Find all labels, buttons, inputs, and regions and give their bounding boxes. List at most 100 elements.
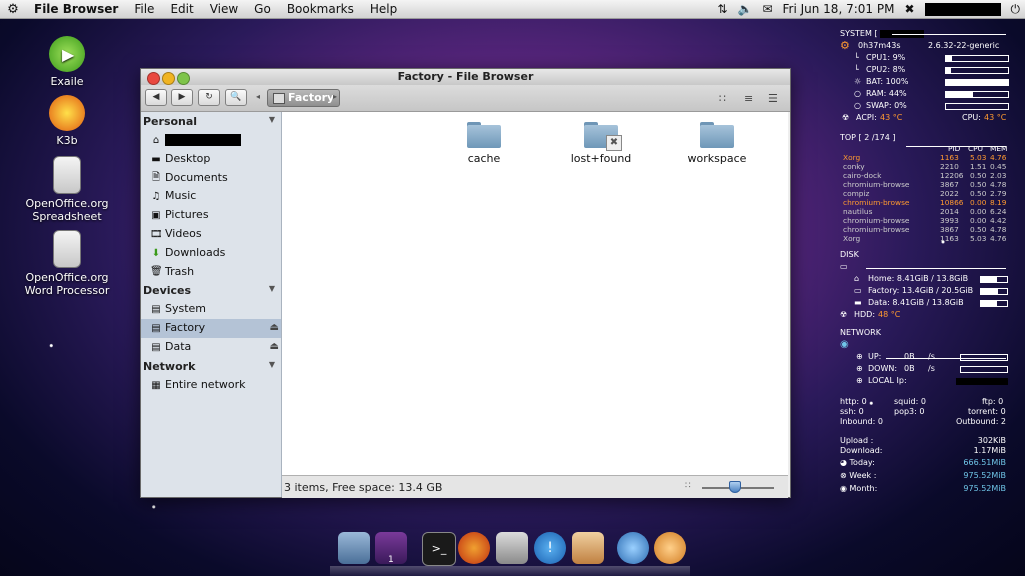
collapse-arrow-icon[interactable]: ▼ [269, 284, 275, 293]
dock-file-browser-icon[interactable] [338, 532, 370, 564]
icon-view-icon[interactable]: ∷ [719, 92, 726, 105]
sidebar-item-data[interactable]: ▤ Data ⏏ [141, 338, 281, 357]
breadcrumb-right-arrow-icon[interactable]: ▸ [333, 92, 337, 101]
dock-workspaces-icon[interactable]: 1 [375, 532, 407, 565]
menu-file[interactable]: File [126, 2, 162, 16]
breadcrumb-factory[interactable]: Factory [267, 89, 341, 107]
sidebar-item-documents[interactable]: 🗎 Documents [141, 169, 281, 188]
down-unit: /s [928, 364, 935, 373]
process-pid: 2022 [940, 189, 959, 198]
user-icon[interactable]: ✖ [904, 2, 914, 16]
top-header: TOP [ 2 /174 ] [840, 133, 896, 142]
collapse-arrow-icon[interactable]: ▼ [269, 360, 275, 369]
sidebar-header-personal[interactable]: Personal ▼ [141, 112, 281, 131]
folder-item[interactable]: workspace [667, 116, 767, 165]
menu-view[interactable]: View [202, 2, 246, 16]
temp-row: ☢ ACPI: 43 °C CPU: 43 °C [840, 112, 1010, 124]
clock[interactable]: Fri Jun 18, 7:01 PM [783, 2, 895, 16]
process-mem: 2.79 [990, 189, 1007, 198]
desktop-icon-k3b[interactable]: K3b [17, 95, 117, 147]
desktop-icon-oo-writer[interactable]: OpenOffice.org Word Processor [17, 230, 117, 297]
process-cpu: 5.03 [970, 153, 987, 162]
ubuntu-logo-icon[interactable]: ⚙ [0, 2, 26, 17]
network-icon[interactable]: ⇅ [717, 2, 727, 16]
minimize-icon[interactable] [162, 72, 175, 85]
collapse-arrow-icon[interactable]: ▼ [269, 115, 275, 124]
process-name: cairo-dock [843, 171, 882, 180]
process-name: Xorg [843, 153, 861, 162]
month-icon: ◉ [840, 484, 847, 493]
process-cpu: 0.00 [970, 207, 987, 216]
desktop-icon-exaile[interactable]: ▶ Exaile [17, 36, 117, 88]
power-icon[interactable]: ⏻ [1011, 2, 1021, 17]
conn-torrent: torrent: 0 [968, 407, 1006, 416]
dock-terminal-icon[interactable]: >_ [422, 532, 456, 566]
upload-icon: ⊕ [856, 352, 863, 361]
sidebar-header-devices[interactable]: Devices ▼ [141, 281, 281, 300]
network-header-row: NETWORK [840, 327, 1010, 339]
hdd-temp-row: ☢ HDD: 48 °C [840, 309, 1010, 321]
process-pid: 3867 [940, 180, 959, 189]
hdd-value: 48 °C [878, 310, 901, 319]
desktop-icon-label: K3b [56, 134, 78, 147]
cpu-temp-label: CPU: [962, 113, 981, 122]
dock-calculator-icon[interactable] [496, 532, 528, 564]
close-icon[interactable] [147, 72, 160, 85]
breadcrumb-left-arrow-icon[interactable]: ◂ [256, 92, 260, 101]
sidebar-header-label: Personal [143, 115, 198, 128]
folder-item[interactable]: ✖ lost+found [551, 116, 651, 165]
dock-paint-icon[interactable] [572, 532, 604, 564]
dock-chat-icon[interactable]: ! [534, 532, 566, 564]
sidebar-item-trash[interactable]: 🗑 Trash [141, 263, 281, 282]
forward-button[interactable]: ▶ [171, 89, 193, 106]
sidebar-item-home[interactable]: ⌂ [141, 131, 281, 150]
system-label: SYSTEM [ [840, 29, 878, 38]
sidebar-item-music[interactable]: ♫ Music [141, 187, 281, 206]
sidebar-item-system[interactable]: ▤ System [141, 300, 281, 319]
menu-edit[interactable]: Edit [162, 2, 201, 16]
volume-icon[interactable]: 🔈 [737, 2, 752, 16]
back-button[interactable]: ◀ [145, 89, 167, 106]
sidebar-item-entire-network[interactable]: ▦ Entire network [141, 376, 281, 395]
today-value: 666.51MiB [963, 458, 1006, 467]
process-pid: 3993 [940, 216, 959, 225]
stat-label: CPU2: 8% [866, 65, 906, 74]
pictures-icon: ▣ [151, 210, 161, 222]
folder-label: workspace [687, 152, 747, 165]
folder-item[interactable]: cache [434, 116, 534, 165]
compact-view-icon[interactable]: ☰ [768, 92, 778, 105]
dock-chromium-icon[interactable] [617, 532, 649, 564]
mail-icon[interactable]: ✉ [762, 2, 772, 16]
sidebar-header-network[interactable]: Network ▼ [141, 357, 281, 376]
sidebar-item-videos[interactable]: 🎞 Videos [141, 225, 281, 244]
menu-help[interactable]: Help [362, 2, 405, 16]
eject-icon[interactable]: ⏏ [270, 338, 279, 357]
menu-bookmarks[interactable]: Bookmarks [279, 2, 362, 16]
reload-button[interactable]: ↻ [198, 89, 220, 106]
maximize-icon[interactable] [177, 72, 190, 85]
window-titlebar[interactable]: Factory - File Browser [141, 69, 790, 85]
dock-firefox-icon[interactable] [458, 532, 490, 564]
list-view-icon[interactable]: ≡ [744, 92, 753, 105]
ram-icon: ○ [854, 89, 861, 98]
zoom-slider-handle[interactable] [729, 481, 742, 493]
eject-icon[interactable]: ⏏ [270, 319, 279, 338]
dock: 1 >_ ! [330, 528, 690, 576]
sidebar-item-pictures[interactable]: ▣ Pictures [141, 206, 281, 225]
dock-ubuntu-one-icon[interactable] [654, 532, 686, 564]
process-pid: 1163 [940, 234, 959, 243]
disk-icon-row: ▭ [840, 261, 1010, 273]
search-button[interactable]: 🔍 [225, 89, 247, 106]
desktop-icon-oo-spreadsheet[interactable]: OpenOffice.org Spreadsheet [17, 156, 117, 223]
sidebar-item-label: Pictures [165, 208, 209, 222]
process-cpu: 0.50 [970, 225, 987, 234]
sidebar-item-factory[interactable]: ▤ Factory ⏏ [141, 319, 281, 338]
file-view[interactable]: cache ✖ lost+found workspace [282, 112, 788, 475]
process-name: chromium-browse [843, 216, 910, 225]
menu-go[interactable]: Go [246, 2, 279, 16]
ram-row: ○ RAM: 44% [840, 88, 1010, 100]
sidebar-item-desktop[interactable]: ▬ Desktop [141, 150, 281, 169]
cpu1-row: └ CPU1: 9% [840, 52, 1010, 64]
sidebar-item-downloads[interactable]: ⬇ Downloads [141, 244, 281, 263]
disk-header: DISK [840, 250, 859, 259]
